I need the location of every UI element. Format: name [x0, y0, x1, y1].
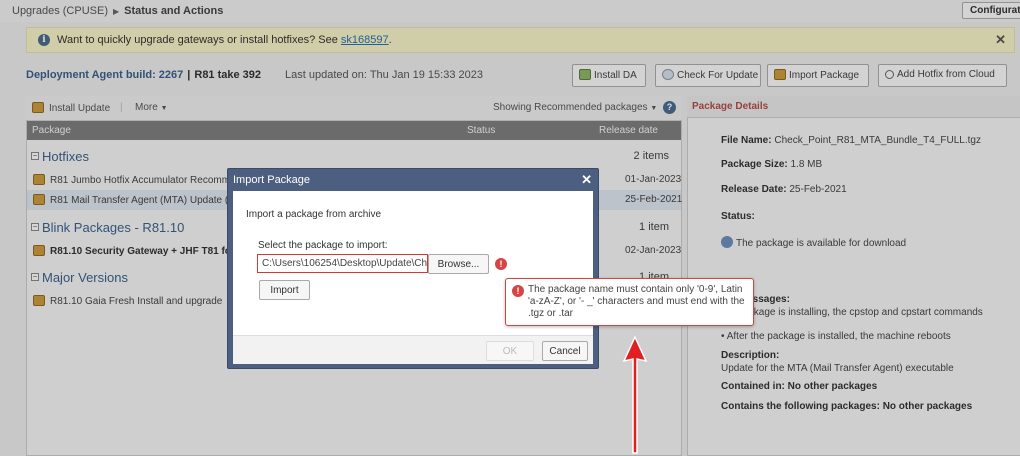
- select-label: Select the package to import:: [258, 240, 388, 251]
- red-arrow-annotation: [622, 335, 648, 454]
- validation-error-text: The package name must contain only '0-9'…: [528, 284, 745, 319]
- error-icon: !: [495, 258, 507, 270]
- ok-button[interactable]: OK: [486, 341, 534, 361]
- cancel-button[interactable]: Cancel: [542, 341, 588, 361]
- validation-error-tooltip: ! The package name must contain only '0-…: [505, 278, 754, 326]
- package-path-input[interactable]: C:\Users\106254\Desktop\Update\Che: [257, 254, 428, 273]
- error-icon: !: [512, 285, 524, 297]
- browse-button[interactable]: Browse...: [428, 254, 489, 274]
- import-package-dialog: Import Package ✕ Import a package from a…: [227, 168, 599, 369]
- dialog-subtitle: Import a package from archive: [246, 209, 382, 220]
- arrow-up-icon: [622, 335, 648, 454]
- import-button[interactable]: Import: [259, 280, 310, 300]
- dialog-footer: OK Cancel: [233, 335, 593, 364]
- close-icon[interactable]: ✕: [581, 172, 592, 188]
- dialog-title: Import Package: [233, 174, 311, 186]
